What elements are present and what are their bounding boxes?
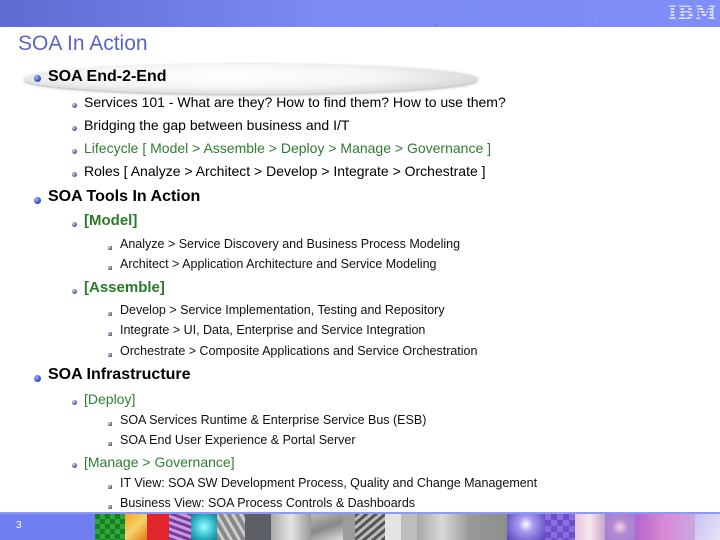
footer-image-tile <box>545 514 575 540</box>
bullet-icon <box>72 172 77 177</box>
footer-image-tile <box>417 514 467 540</box>
bullet-icon <box>72 289 77 294</box>
bullet-icon <box>34 375 41 382</box>
group-heading: [Assemble] <box>84 279 165 296</box>
footer-image-tile <box>147 514 169 540</box>
bullet-icon <box>72 103 77 108</box>
list-item: Lifecycle [ Model > Assemble > Deploy > … <box>84 140 492 156</box>
bullet-icon <box>108 505 112 509</box>
bullet-icon <box>72 222 77 227</box>
footer-image-tile <box>217 514 245 540</box>
bullet-icon <box>72 126 77 131</box>
list-item: Analyze > Service Discovery and Business… <box>120 237 461 251</box>
bullet-icon <box>108 266 112 270</box>
list-item: Orchestrate > Composite Applications and… <box>120 344 478 358</box>
footer-image-tile <box>507 514 545 540</box>
footer-image-tile <box>245 514 271 540</box>
footer-image-tile <box>467 514 507 540</box>
bullet-icon <box>108 246 112 250</box>
bullet-icon <box>108 422 112 426</box>
footer-image-tile <box>605 514 635 540</box>
section-heading: SOA Tools In Action <box>48 188 201 205</box>
list-item: Roles [ Analyze > Architect > Develop > … <box>84 163 486 179</box>
bullet-icon <box>108 442 112 446</box>
list-item: Integrate > UI, Data, Enterprise and Ser… <box>120 323 426 337</box>
slide-title: SOA In Action <box>18 32 148 55</box>
group-heading: [Model] <box>84 212 138 229</box>
footer-image-tile <box>95 514 125 540</box>
footer-image-tile <box>575 514 605 540</box>
group-heading: [Manage > Governance] <box>84 454 235 470</box>
bullet-icon <box>72 149 77 154</box>
list-item: SOA End User Experience & Portal Server <box>120 433 356 447</box>
footer-image-tile <box>401 514 417 540</box>
bullet-icon <box>108 485 112 489</box>
ibm-logo: IBM <box>668 3 716 24</box>
footer-image-tile <box>385 514 401 540</box>
list-item: Bridging the gap between business and I/… <box>84 117 350 133</box>
list-item: IT View: SOA SW Development Process, Qua… <box>120 476 538 490</box>
header-swoosh-decoration <box>180 0 600 27</box>
footer-image-tile <box>311 514 343 540</box>
footer-image-tile <box>191 514 217 540</box>
footer-image-tile <box>343 514 355 540</box>
bullet-icon <box>72 400 77 405</box>
header-bar: IBM <box>0 0 720 27</box>
list-item: Business View: SOA Process Controls & Da… <box>120 496 416 510</box>
section-heading: SOA Infrastructure <box>48 366 191 383</box>
bullet-icon <box>34 75 41 82</box>
list-item: SOA Services Runtime & Enterprise Servic… <box>120 413 427 427</box>
footer-image-tile <box>355 514 385 540</box>
bullet-icon <box>34 197 41 204</box>
footer-image-tile <box>271 514 311 540</box>
bullet-icon <box>108 332 112 336</box>
footer-image-tile <box>125 514 147 540</box>
section-heading: SOA End-2-End <box>48 68 167 85</box>
footer-image-tile <box>169 514 191 540</box>
footer-image-tile <box>635 514 695 540</box>
group-heading: [Deploy] <box>84 391 136 407</box>
footer-image-tile <box>695 514 720 540</box>
bullet-icon <box>108 312 112 316</box>
list-item: Services 101 - What are they? How to fin… <box>84 94 506 110</box>
list-item: Develop > Service Implementation, Testin… <box>120 303 445 317</box>
bullet-icon <box>108 353 112 357</box>
page-number: 3 <box>16 520 22 531</box>
bullet-icon <box>72 463 77 468</box>
list-item: Architect > Application Architecture and… <box>120 257 437 271</box>
